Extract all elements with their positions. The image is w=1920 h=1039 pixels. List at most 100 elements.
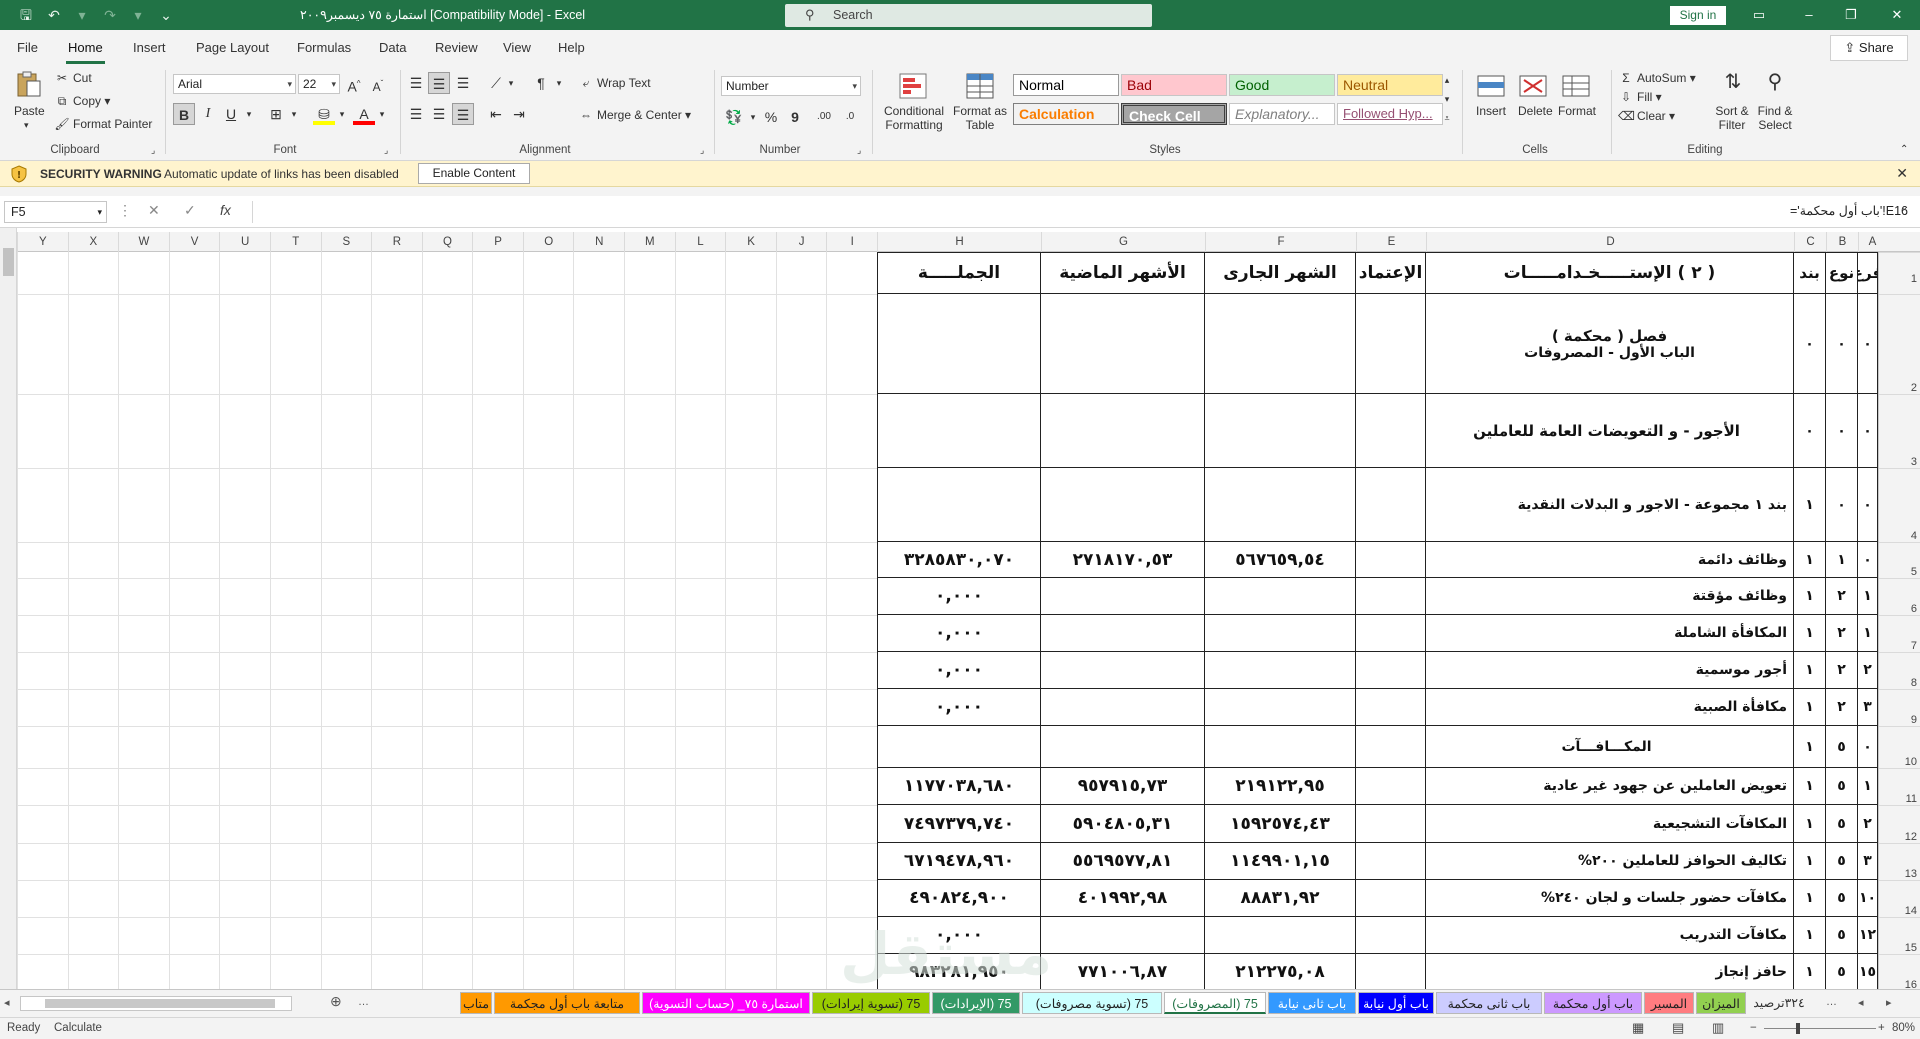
current-month-cell[interactable]: [1205, 652, 1356, 689]
cell-style-explanatory[interactable]: Explanatory...: [1229, 103, 1335, 125]
branch-cell[interactable]: ٠: [1858, 726, 1878, 768]
merge-center-button[interactable]: ⇔ Merge & Center ▾: [578, 108, 691, 122]
branch-cell[interactable]: ٣: [1858, 689, 1878, 726]
gallery-up-icon[interactable]: ▴: [1436, 69, 1458, 87]
find-select-icon[interactable]: ⚲: [1760, 71, 1790, 93]
past-months-cell[interactable]: [1041, 615, 1205, 652]
number-format-select[interactable]: Number ▾: [721, 76, 861, 96]
zoom-in-icon[interactable]: +: [1878, 1022, 1885, 1034]
usage-label-cell[interactable]: المكافآت التشجيعية: [1426, 805, 1794, 843]
band-cell[interactable]: ١: [1794, 843, 1826, 880]
band-cell[interactable]: ١: [1794, 917, 1826, 954]
past-months-cell[interactable]: [1041, 468, 1205, 542]
insert-cells-button[interactable]: Insert: [1476, 104, 1506, 118]
sheet-tab[interactable]: باب أول محكمة: [1544, 992, 1642, 1014]
branch-cell[interactable]: ٠: [1858, 394, 1878, 468]
sheet-tab[interactable]: الميزان: [1696, 992, 1746, 1014]
column-header-l[interactable]: L: [674, 232, 726, 252]
row-header-6[interactable]: 6: [1879, 578, 1920, 615]
sheet-tab[interactable]: (المصروفات) 75: [1164, 992, 1266, 1014]
conditional-formatting-icon[interactable]: [898, 72, 928, 100]
current-month-cell[interactable]: [1205, 726, 1356, 768]
column-header-g[interactable]: G: [1041, 232, 1205, 252]
branch-cell[interactable]: ٢: [1858, 652, 1878, 689]
usage-label-cell[interactable]: مكافآت التدريب: [1426, 917, 1794, 954]
budget-cell[interactable]: [1356, 954, 1426, 989]
total-cell[interactable]: [877, 294, 1041, 394]
delete-cells-icon[interactable]: [1518, 72, 1548, 100]
row-header-3[interactable]: 3: [1879, 394, 1920, 468]
tab-page-layout[interactable]: Page Layout: [196, 40, 269, 55]
type-cell[interactable]: ٢: [1826, 615, 1858, 652]
zoom-slider[interactable]: [1764, 1028, 1876, 1029]
copy-button[interactable]: ⧉ Copy ▾: [54, 94, 111, 109]
past-months-cell[interactable]: ٥٩٠٤٨٠٥,٣١: [1041, 805, 1205, 843]
type-cell[interactable]: ٢: [1826, 578, 1858, 615]
band-cell[interactable]: ١: [1794, 542, 1826, 578]
sheet-tab[interactable]: (الإيرادات) 75: [932, 992, 1020, 1014]
header-total[interactable]: الجملـــــة: [877, 252, 1041, 294]
total-cell[interactable]: ٧٤٩٧٣٧٩,٧٤٠: [877, 805, 1041, 843]
redo-icon[interactable]: ↷: [98, 4, 122, 26]
customize-toolbar-icon[interactable]: ⌄: [154, 4, 178, 26]
enter-icon[interactable]: ✓: [184, 202, 196, 219]
usage-label-cell[interactable]: مكافآت حضور جلسات و لجان ٢٤٠%: [1426, 880, 1794, 917]
sort-filter-button[interactable]: Sort & Filter: [1710, 104, 1754, 132]
clipboard-launcher-icon[interactable]: ⌟: [151, 145, 155, 156]
enable-content-button[interactable]: Enable Content: [418, 163, 530, 184]
usage-label-cell[interactable]: بند ١ مجموعة - الاجور و البدلات النقدية: [1426, 468, 1794, 542]
past-months-cell[interactable]: [1041, 726, 1205, 768]
font-color-dropdown-icon[interactable]: ▾: [371, 103, 393, 125]
scroll-tabs-right-icon[interactable]: ▸: [1886, 996, 1892, 1009]
total-cell[interactable]: ٠,٠٠٠: [877, 689, 1041, 726]
current-month-cell[interactable]: [1205, 578, 1356, 615]
column-header-x[interactable]: X: [67, 232, 119, 252]
paste-dropdown-icon[interactable]: ▾: [24, 120, 29, 131]
underline-dropdown-icon[interactable]: ▾: [238, 103, 260, 125]
budget-cell[interactable]: [1356, 726, 1426, 768]
cell-style-calculation[interactable]: Calculation: [1013, 103, 1119, 125]
column-header-k[interactable]: K: [725, 232, 776, 252]
header-band[interactable]: بند: [1794, 252, 1826, 294]
row-header-5[interactable]: 5: [1879, 542, 1920, 578]
band-cell[interactable]: ١: [1794, 726, 1826, 768]
bold-icon[interactable]: B: [173, 103, 195, 125]
usage-label-cell[interactable]: تعويض العاملين عن جهود غير عادية: [1426, 768, 1794, 805]
header-now[interactable]: نوع: [1826, 252, 1858, 294]
budget-cell[interactable]: [1356, 394, 1426, 468]
share-button[interactable]: ⇪ Share: [1830, 35, 1908, 61]
usage-label-cell[interactable]: المكـــافـــآت: [1426, 726, 1794, 768]
cancel-icon[interactable]: ✕: [148, 202, 160, 219]
tab-home[interactable]: Home: [66, 40, 105, 64]
band-cell[interactable]: ١: [1794, 880, 1826, 917]
total-cell[interactable]: ١١٧٧٠٣٨,٦٨٠: [877, 768, 1041, 805]
past-months-cell[interactable]: ٩٥٧٩١٥,٧٣: [1041, 768, 1205, 805]
insert-cells-icon[interactable]: [1476, 72, 1506, 100]
branch-cell[interactable]: ١: [1858, 615, 1878, 652]
tab-data[interactable]: Data: [379, 40, 406, 55]
tab-file[interactable]: File: [17, 40, 38, 55]
past-months-cell[interactable]: [1041, 578, 1205, 615]
band-cell[interactable]: ١: [1794, 615, 1826, 652]
wrap-text-button[interactable]: ⤶ Wrap Text: [578, 76, 651, 91]
type-cell[interactable]: ٥: [1826, 726, 1858, 768]
cell-style-good[interactable]: Good: [1229, 74, 1335, 96]
header-past[interactable]: الأشهر الماضية: [1041, 252, 1205, 294]
column-header-v[interactable]: V: [168, 232, 220, 252]
usage-label-cell[interactable]: الأجور - و التعويضات العامة للعاملين: [1426, 394, 1794, 468]
column-header-n[interactable]: N: [573, 232, 624, 252]
column-header-a[interactable]: A: [1858, 232, 1886, 252]
align-center-icon[interactable]: ☰: [428, 103, 450, 125]
past-months-cell[interactable]: [1041, 394, 1205, 468]
branch-cell[interactable]: ١٥: [1858, 954, 1878, 989]
row-header-14[interactable]: 14: [1879, 880, 1920, 917]
increase-indent-icon[interactable]: ⇥: [508, 103, 530, 125]
header-budget[interactable]: الإعتماد: [1356, 252, 1426, 294]
total-cell[interactable]: ٤٩٠٨٢٤,٩٠٠: [877, 880, 1041, 917]
column-header-m[interactable]: M: [624, 232, 675, 252]
gallery-more-icon[interactable]: ⩡: [1436, 107, 1458, 125]
budget-cell[interactable]: [1356, 689, 1426, 726]
row-header-10[interactable]: 10: [1879, 726, 1920, 768]
column-header-j[interactable]: J: [775, 232, 827, 252]
page-layout-view-icon[interactable]: ▤: [1672, 1020, 1684, 1036]
